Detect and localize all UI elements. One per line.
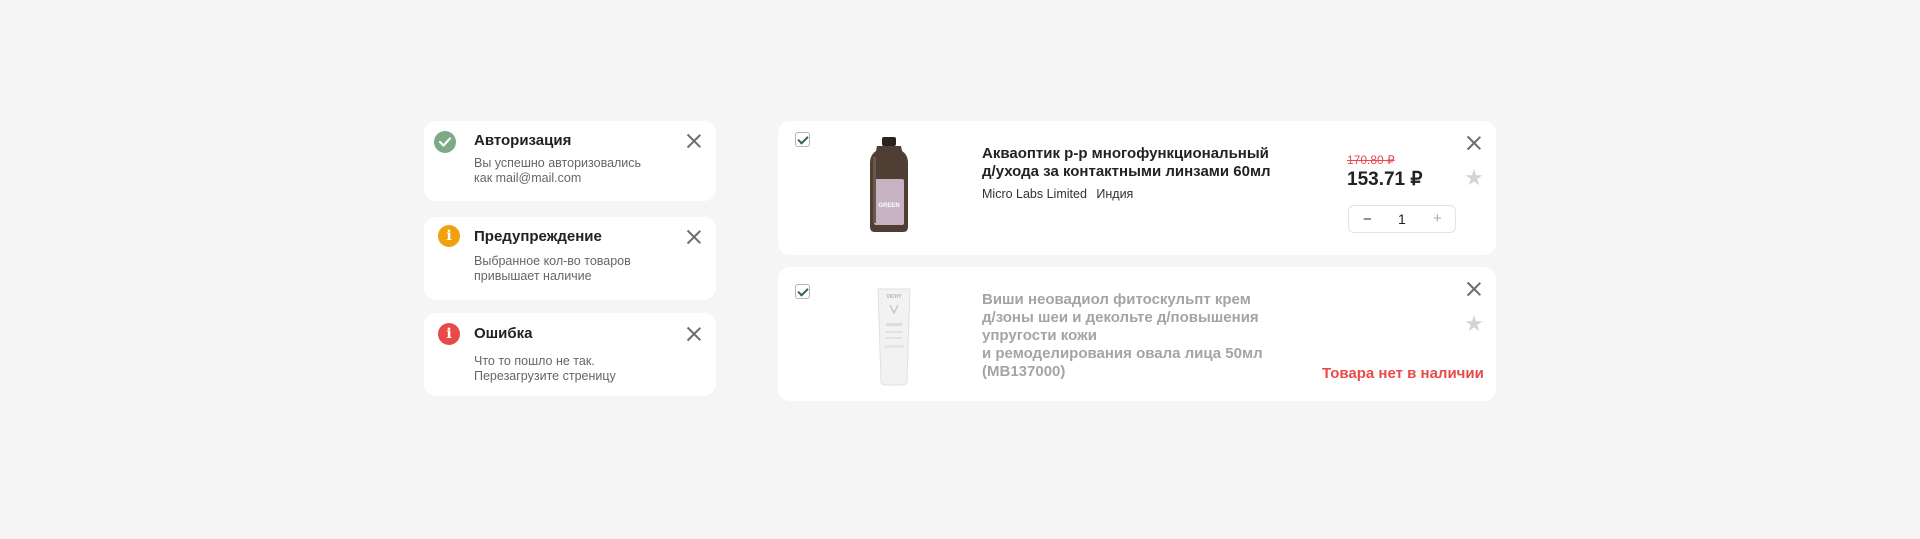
product-name[interactable]: Акваоптик р-р многофункциональный д/уход… [982, 145, 1271, 181]
tube-brand: VICHY [886, 294, 902, 300]
remove-item-icon[interactable] [1466, 281, 1482, 297]
tube-image: VICHY [877, 288, 911, 386]
country: Индия [1096, 187, 1134, 201]
decrement-button[interactable]: − [1363, 211, 1372, 228]
name-line: и ремоделирования овала лица 50мл [982, 345, 1263, 362]
notification-message: Что то пошло не так. Перезагрузите стрен… [474, 354, 674, 384]
name-line: Виши неовадиол фитоскульпт крем [982, 291, 1251, 308]
product-meta: Micro Labs Limited Индия [982, 187, 1133, 201]
manufacturer: Micro Labs Limited [982, 187, 1087, 201]
product-image: VICHY [874, 287, 914, 387]
message-line: как mail@mail.com [474, 171, 582, 185]
price: 153.71 ₽ [1347, 169, 1423, 190]
name-line: упругости кожи [982, 327, 1097, 344]
notification-title: Авторизация [474, 132, 572, 149]
bottle-image: GREEN [870, 137, 908, 232]
product-name[interactable]: Виши неовадиол фитоскульпт крем д/зоны ш… [982, 291, 1263, 381]
name-line: Акваоптик р-р многофункциональный [982, 145, 1269, 162]
product-image: GREEN [844, 135, 934, 235]
increment-button[interactable]: + [1433, 210, 1442, 227]
info-icon: i [438, 225, 460, 247]
info-icon: i [438, 323, 460, 345]
select-checkbox[interactable] [795, 132, 810, 147]
remove-item-icon[interactable] [1466, 135, 1482, 151]
close-icon[interactable] [686, 229, 702, 245]
quantity-value[interactable]: 1 [1398, 211, 1406, 227]
close-icon[interactable] [686, 133, 702, 149]
select-checkbox[interactable] [795, 284, 810, 299]
quantity-stepper: − 1 + [1348, 205, 1456, 233]
name-line: д/ухода за контактными линзами 60мл [982, 163, 1271, 180]
close-icon[interactable] [686, 326, 702, 342]
notification-message: Выбранное кол-во товаров привышает налич… [474, 254, 674, 284]
message-line: Что то пошло не так. [474, 354, 595, 368]
notification-title: Ошибка [474, 325, 533, 342]
old-price: 170.80 ₽ [1347, 153, 1395, 167]
success-notification: Авторизация Вы успешно авторизовались ка… [424, 121, 716, 201]
cart-item: GREEN Акваоптик р-р многофункциональный … [778, 121, 1496, 255]
notification-message: Вы успешно авторизовались как mail@mail.… [474, 156, 674, 186]
message-line: привышает наличие [474, 269, 592, 283]
error-notification: i Ошибка Что то пошло не так. Перезагруз… [424, 313, 716, 396]
warning-notification: i Предупреждение Выбранное кол-во товаро… [424, 217, 716, 300]
favorite-star-icon[interactable]: ★ [1463, 313, 1485, 335]
checkmark-icon [434, 131, 456, 153]
notification-title: Предупреждение [474, 228, 602, 245]
message-line: Вы успешно авторизовались [474, 156, 642, 170]
name-line: (MB137000) [982, 363, 1066, 380]
name-line: д/зоны шеи и декольте д/повышения [982, 309, 1259, 326]
cart-item: VICHY Виши неовадиол фитоскульпт крем д/… [778, 267, 1496, 401]
bottle-label: GREEN [878, 203, 899, 209]
favorite-star-icon[interactable]: ★ [1463, 167, 1485, 189]
message-line: Выбранное кол-во товаров [474, 254, 631, 268]
availability-status: Товара нет в наличии [1322, 365, 1484, 382]
message-line: Перезагрузите стреницу [474, 369, 616, 383]
